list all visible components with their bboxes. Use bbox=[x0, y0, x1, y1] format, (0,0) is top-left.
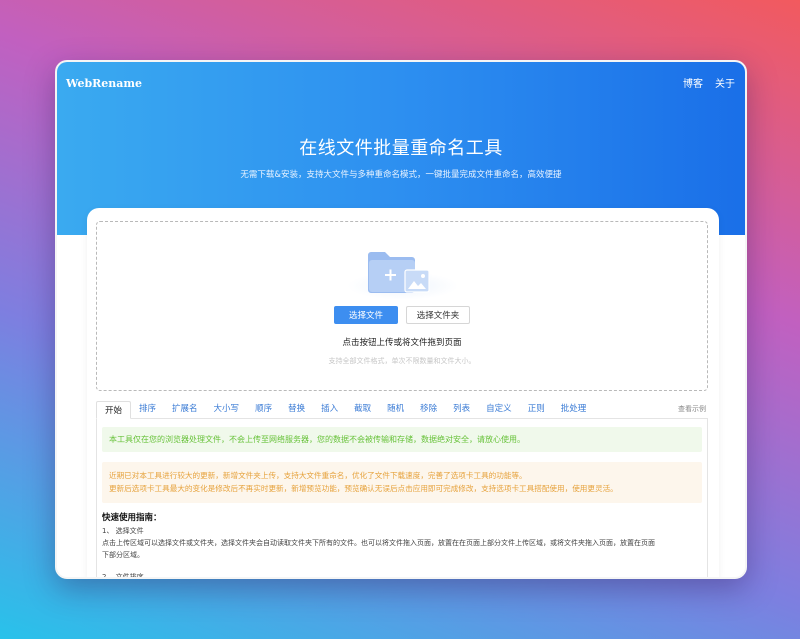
tab-extension[interactable]: 扩展名 bbox=[164, 400, 206, 418]
page-subtitle: 无需下载&安装，支持大文件与多种重命名模式，一键批量完成文件重命名，高效便捷 bbox=[240, 170, 562, 180]
tab-replace[interactable]: 替换 bbox=[280, 400, 313, 418]
tab-insert[interactable]: 插入 bbox=[313, 400, 346, 418]
tab-case[interactable]: 大小写 bbox=[206, 400, 248, 418]
tab-batch[interactable]: 批处理 bbox=[553, 400, 595, 418]
guide-step-text: 下部分区域。 bbox=[102, 551, 144, 559]
quick-guide: 快速使用指南： 1、 选择文件 点击上传区域可以选择文件或文件夹，选择文件夹会自… bbox=[102, 511, 702, 579]
update-notice-line: 近期已对本工具进行较大的更新，新增文件夹上传，支持大文件重命名，优化了文件下载速… bbox=[109, 471, 527, 480]
nav-blog-link[interactable]: 博客 bbox=[683, 75, 703, 90]
tab-order[interactable]: 顺序 bbox=[247, 400, 280, 418]
select-files-button[interactable]: 选择文件 bbox=[334, 306, 398, 324]
security-notice: 本工具仅在您的浏览器处理文件，不会上传至网络服务器，您的数据不会被传输和存储，数… bbox=[102, 427, 702, 452]
tab-remove[interactable]: 移除 bbox=[412, 400, 445, 418]
guide-title: 快速使用指南： bbox=[102, 513, 162, 523]
drop-hint: 点击按钮上传或将文件拖到页面 bbox=[342, 338, 462, 348]
drop-sub-hint: 支持全部文件格式，单次不限数量和文件大小。 bbox=[328, 357, 476, 365]
update-notice: 近期已对本工具进行较大的更新，新增文件夹上传，支持大文件重命名，优化了文件下载速… bbox=[102, 462, 702, 503]
guide-step-title: 2、 文件排序 bbox=[102, 573, 144, 579]
tab-regex[interactable]: 正则 bbox=[520, 400, 553, 418]
tab-custom[interactable]: 自定义 bbox=[478, 400, 520, 418]
select-folder-button[interactable]: 选择文件夹 bbox=[406, 306, 470, 324]
tab-start[interactable]: 开始 bbox=[96, 401, 132, 419]
tab-slice[interactable]: 截取 bbox=[346, 400, 379, 418]
top-nav: 博客 关于 bbox=[683, 75, 735, 90]
view-example-link[interactable]: 查看示例 bbox=[678, 404, 706, 414]
browser-window: WebRename 博客 关于 在线文件批量重命名工具 无需下载&安装，支持大文… bbox=[55, 60, 747, 579]
tool-tabs: 开始 排序 扩展名 大小写 顺序 替换 插入 截取 随机 移除 列表 自定义 正… bbox=[96, 399, 708, 419]
guide-step-text: 点击上传区域可以选择文件或文件夹，选择文件夹会自动读取文件夹下所有的文件。也可以… bbox=[102, 539, 655, 547]
tab-list[interactable]: 列表 bbox=[445, 400, 478, 418]
brand-logo[interactable]: WebRename bbox=[66, 77, 142, 90]
tab-panel-start: 本工具仅在您的浏览器处理文件，不会上传至网络服务器，您的数据不会被传输和存储，数… bbox=[96, 419, 708, 579]
tab-random[interactable]: 随机 bbox=[379, 400, 412, 418]
main-card: 选择文件 选择文件夹 点击按钮上传或将文件拖到页面 支持全部文件格式，单次不限数… bbox=[87, 208, 719, 579]
upload-dropzone[interactable]: 选择文件 选择文件夹 点击按钮上传或将文件拖到页面 支持全部文件格式，单次不限数… bbox=[96, 221, 708, 391]
guide-step-title: 1、 选择文件 bbox=[102, 527, 144, 535]
update-notice-line: 更新后选项卡工具最大的变化是修改后不再实时更新，新增预览功能，预览确认无误后点击… bbox=[109, 484, 618, 493]
folder-upload-icon bbox=[347, 244, 459, 300]
tab-sort[interactable]: 排序 bbox=[131, 400, 164, 418]
nav-about-link[interactable]: 关于 bbox=[715, 75, 735, 90]
upload-buttons: 选择文件 选择文件夹 bbox=[97, 306, 707, 324]
page-title: 在线文件批量重命名工具 bbox=[299, 138, 503, 159]
